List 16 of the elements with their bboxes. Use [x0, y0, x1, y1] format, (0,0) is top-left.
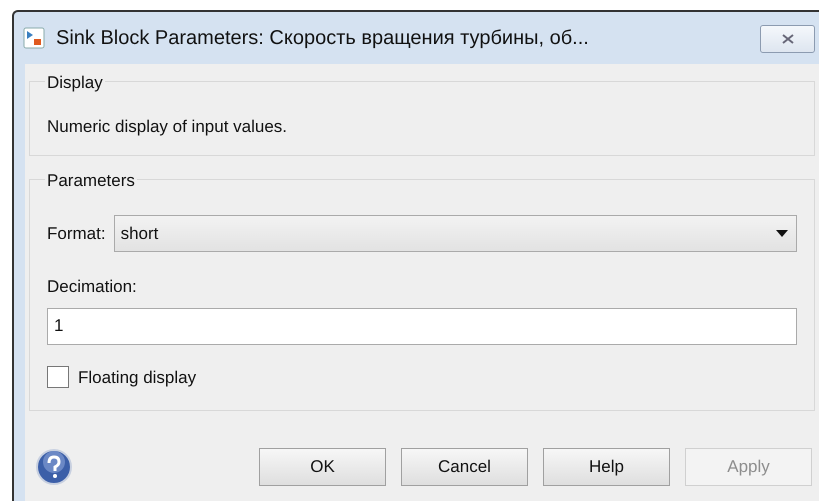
decimation-field[interactable]: 1 [47, 308, 797, 344]
decimation-label: Decimation: [47, 276, 138, 298]
dialog-button[interactable]: Help [543, 448, 670, 486]
window-title: Sink Block Parameters: Скорость вращения турбины, об... [56, 26, 589, 51]
dialog-button[interactable]: Cancel [401, 448, 528, 486]
dropdown-arrow-icon [776, 230, 788, 237]
close-icon [780, 34, 794, 44]
help-icon[interactable] [36, 449, 72, 485]
format-label: Format: [47, 222, 106, 245]
close-button[interactable] [760, 25, 815, 53]
description-text: Numeric display of input values. [47, 116, 288, 138]
format-dropdown[interactable]: short [114, 215, 797, 252]
dialog-button[interactable]: OK [259, 448, 386, 486]
checkbox-label: Floating display [78, 366, 196, 388]
checkbox[interactable] [47, 366, 69, 388]
block-icon [23, 27, 45, 49]
